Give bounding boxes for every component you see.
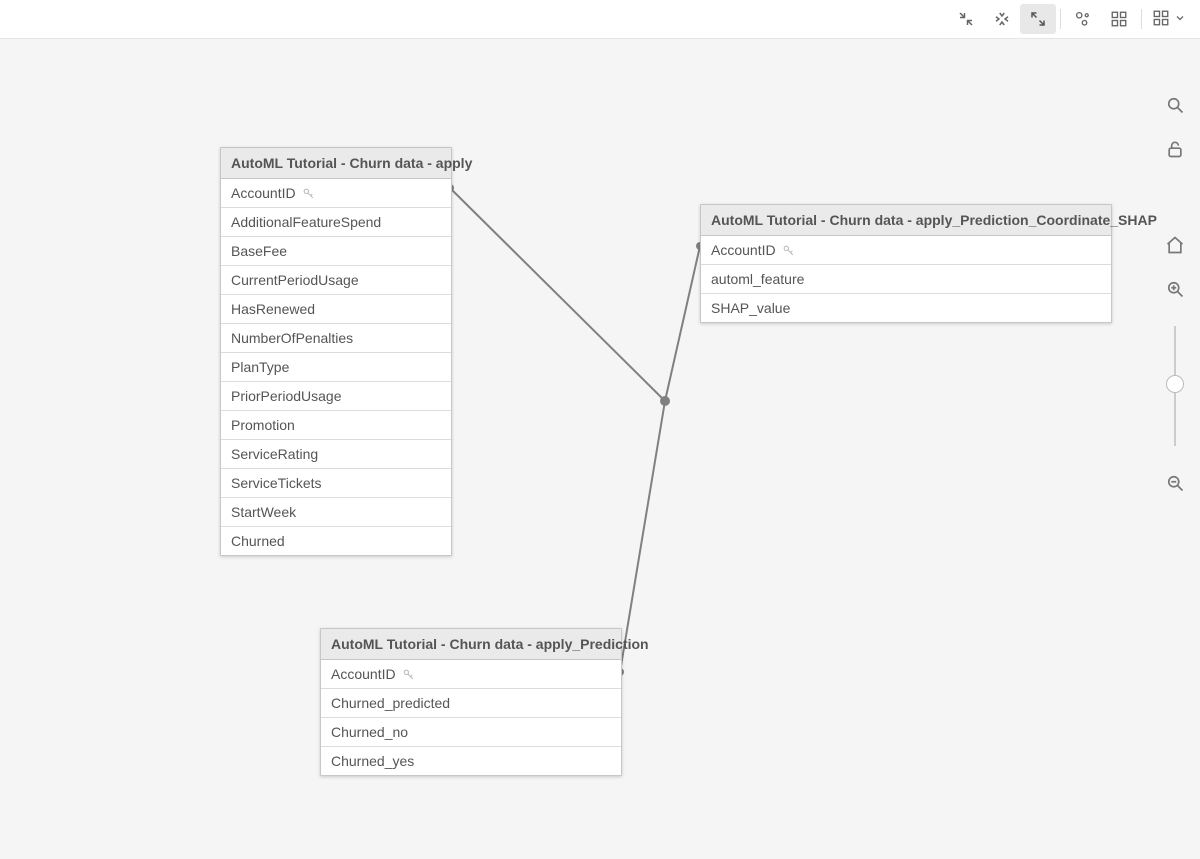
- entity-header[interactable]: AutoML Tutorial - Churn data - apply: [221, 148, 451, 179]
- layout-dropdown[interactable]: [1146, 9, 1192, 30]
- grid-view-icon[interactable]: [1101, 4, 1137, 34]
- field-name: Churned_no: [331, 724, 408, 740]
- field-name: Churned: [231, 533, 285, 549]
- field-name: AccountID: [331, 666, 396, 682]
- side-tools: [1164, 94, 1186, 494]
- field-name: ServiceTickets: [231, 475, 322, 491]
- toolbar-divider: [1060, 9, 1061, 29]
- home-icon[interactable]: [1164, 234, 1186, 256]
- field-row[interactable]: BaseFee: [221, 237, 451, 266]
- toolbar-right-group: [948, 4, 1192, 34]
- canvas-area[interactable]: AutoML Tutorial - Churn data - apply Acc…: [0, 38, 1200, 859]
- entity-apply[interactable]: AutoML Tutorial - Churn data - apply Acc…: [220, 147, 452, 556]
- field-row[interactable]: Churned_yes: [321, 747, 621, 775]
- field-name: BaseFee: [231, 243, 287, 259]
- unlock-icon[interactable]: [1164, 138, 1186, 160]
- field-name: AdditionalFeatureSpend: [231, 214, 381, 230]
- field-name: HasRenewed: [231, 301, 315, 317]
- zoom-slider[interactable]: [1174, 326, 1176, 446]
- field-name: automl_feature: [711, 271, 804, 287]
- field-name: AccountID: [711, 242, 776, 258]
- collapse-in-icon[interactable]: [948, 4, 984, 34]
- field-name: Promotion: [231, 417, 295, 433]
- field-row[interactable]: CurrentPeriodUsage: [221, 266, 451, 295]
- field-row[interactable]: AdditionalFeatureSpend: [221, 208, 451, 237]
- entity-header[interactable]: AutoML Tutorial - Churn data - apply_Pre…: [321, 629, 621, 660]
- field-name: NumberOfPenalties: [231, 330, 353, 346]
- field-row[interactable]: PriorPeriodUsage: [221, 382, 451, 411]
- field-row[interactable]: Churned: [221, 527, 451, 555]
- field-row[interactable]: NumberOfPenalties: [221, 324, 451, 353]
- zoom-in-icon[interactable]: [1164, 278, 1186, 300]
- field-name: ServiceRating: [231, 446, 318, 462]
- key-icon: [302, 187, 315, 200]
- expand-out-icon[interactable]: [1020, 4, 1056, 34]
- field-row[interactable]: ServiceRating: [221, 440, 451, 469]
- app-root: AutoML Tutorial - Churn data - apply Acc…: [0, 0, 1200, 859]
- field-row[interactable]: PlanType: [221, 353, 451, 382]
- field-row[interactable]: AccountID: [221, 179, 451, 208]
- top-toolbar: [0, 0, 1200, 38]
- zoom-thumb[interactable]: [1166, 375, 1184, 393]
- chevron-down-icon: [1174, 11, 1186, 27]
- field-name: StartWeek: [231, 504, 296, 520]
- field-row[interactable]: SHAP_value: [701, 294, 1111, 322]
- field-name: AccountID: [231, 185, 296, 201]
- field-name: CurrentPeriodUsage: [231, 272, 359, 288]
- field-name: PriorPeriodUsage: [231, 388, 342, 404]
- field-row[interactable]: Churned_no: [321, 718, 621, 747]
- field-name: Churned_predicted: [331, 695, 450, 711]
- layout-view-icon: [1152, 9, 1170, 30]
- field-row[interactable]: AccountID: [321, 660, 621, 689]
- bubble-view-icon[interactable]: [1065, 4, 1101, 34]
- zoom-out-icon[interactable]: [1164, 472, 1186, 494]
- canvas[interactable]: AutoML Tutorial - Churn data - apply Acc…: [0, 39, 1200, 859]
- search-icon[interactable]: [1164, 94, 1186, 116]
- key-icon: [782, 244, 795, 257]
- field-name: SHAP_value: [711, 300, 790, 316]
- field-row[interactable]: Churned_predicted: [321, 689, 621, 718]
- key-icon: [402, 668, 415, 681]
- field-name: Churned_yes: [331, 753, 414, 769]
- field-row[interactable]: ServiceTickets: [221, 469, 451, 498]
- field-row[interactable]: StartWeek: [221, 498, 451, 527]
- field-name: PlanType: [231, 359, 289, 375]
- entity-pred[interactable]: AutoML Tutorial - Churn data - apply_Pre…: [320, 628, 622, 776]
- collapse-center-icon[interactable]: [984, 4, 1020, 34]
- entity-header[interactable]: AutoML Tutorial - Churn data - apply_Pre…: [701, 205, 1111, 236]
- field-row[interactable]: AccountID: [701, 236, 1111, 265]
- field-row[interactable]: HasRenewed: [221, 295, 451, 324]
- entity-shap[interactable]: AutoML Tutorial - Churn data - apply_Pre…: [700, 204, 1112, 323]
- field-row[interactable]: Promotion: [221, 411, 451, 440]
- toolbar-divider-2: [1141, 9, 1142, 29]
- field-row[interactable]: automl_feature: [701, 265, 1111, 294]
